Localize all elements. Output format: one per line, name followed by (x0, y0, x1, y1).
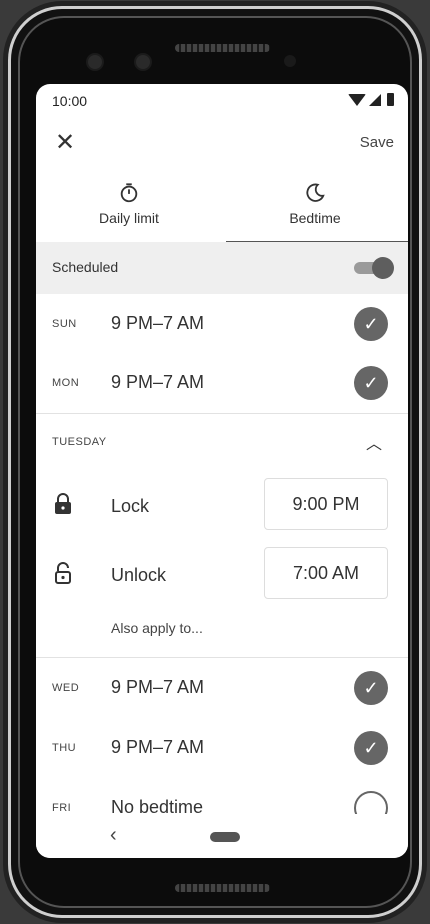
bedtime-range: 9 PM–7 AM (111, 677, 205, 697)
app-bar: ✕ Save (36, 118, 408, 168)
bedtime-range: 9 PM–7 AM (111, 372, 205, 392)
front-camera (88, 55, 102, 69)
day-label: WED (52, 682, 80, 694)
bedtime-range: 9 PM–7 AM (111, 313, 205, 333)
checkmark-icon[interactable]: ✓ (354, 366, 388, 400)
day-label: MON (52, 377, 80, 389)
status-bar: 10:00 (36, 84, 408, 118)
tuesday-header[interactable]: TUESDAY ︿ (36, 414, 408, 466)
checkmark-icon[interactable]: ✓ (354, 731, 388, 765)
day-label: FRI (52, 802, 72, 814)
toggle-knob (372, 257, 394, 279)
day-label: SUN (52, 318, 77, 330)
front-sensor (136, 55, 150, 69)
lock-icon (55, 493, 71, 514)
tab-daily-limit[interactable]: Daily limit (36, 174, 222, 242)
tab-bar: Daily limit Bedtime (36, 174, 408, 243)
day-row-sun[interactable]: SUN 9 PM–7 AM ✓ (36, 294, 408, 354)
status-icons (348, 93, 394, 106)
bedtime-range: 9 PM–7 AM (111, 737, 205, 757)
day-label: THU (52, 742, 77, 754)
lock-time-field[interactable]: 9:00 PM (264, 478, 388, 530)
lock-label: Lock (111, 496, 150, 516)
tab-label: Daily limit (99, 210, 159, 226)
checkmark-icon[interactable]: ✓ (354, 307, 388, 341)
status-time: 10:00 (52, 93, 88, 109)
tab-label: Bedtime (289, 210, 341, 226)
screen: 10:00 ✕ Save Daily limit Bedtime Schedul (36, 84, 408, 858)
day-label: TUESDAY (52, 436, 107, 448)
battery-icon (387, 93, 394, 106)
scheduled-label: Scheduled (52, 259, 119, 275)
unlock-label: Unlock (111, 565, 167, 585)
home-pill[interactable] (210, 832, 240, 842)
save-button[interactable]: Save (360, 134, 394, 151)
also-apply-link[interactable]: Also apply to... (111, 620, 203, 636)
earpiece-speaker (175, 44, 270, 52)
wifi-icon (348, 93, 366, 106)
unlock-time-field[interactable]: 7:00 AM (264, 547, 388, 599)
unlock-icon (55, 562, 71, 584)
unlock-row: Unlock 7:00 AM (36, 546, 408, 602)
day-row-mon[interactable]: MON 9 PM–7 AM ✓ (36, 353, 408, 413)
moon-icon (306, 183, 325, 202)
checkmark-icon[interactable]: ✓ (354, 671, 388, 705)
chevron-up-icon[interactable]: ︿ (366, 430, 382, 454)
proximity-sensor (284, 55, 296, 67)
day-row-thu[interactable]: THU 9 PM–7 AM ✓ (36, 718, 408, 778)
lock-row: Lock 9:00 PM (36, 477, 408, 533)
scheduled-toggle[interactable] (354, 257, 394, 279)
bottom-speaker (175, 884, 270, 892)
scheduled-row[interactable]: Scheduled (36, 242, 408, 294)
system-nav-bar: ‹ (36, 814, 408, 858)
tab-bedtime[interactable]: Bedtime (222, 174, 408, 243)
cell-signal-icon (369, 93, 381, 106)
back-button[interactable]: ‹ (110, 824, 117, 847)
close-button[interactable]: ✕ (54, 131, 76, 155)
timer-icon (120, 183, 138, 203)
day-row-wed[interactable]: WED 9 PM–7 AM ✓ (36, 658, 408, 718)
